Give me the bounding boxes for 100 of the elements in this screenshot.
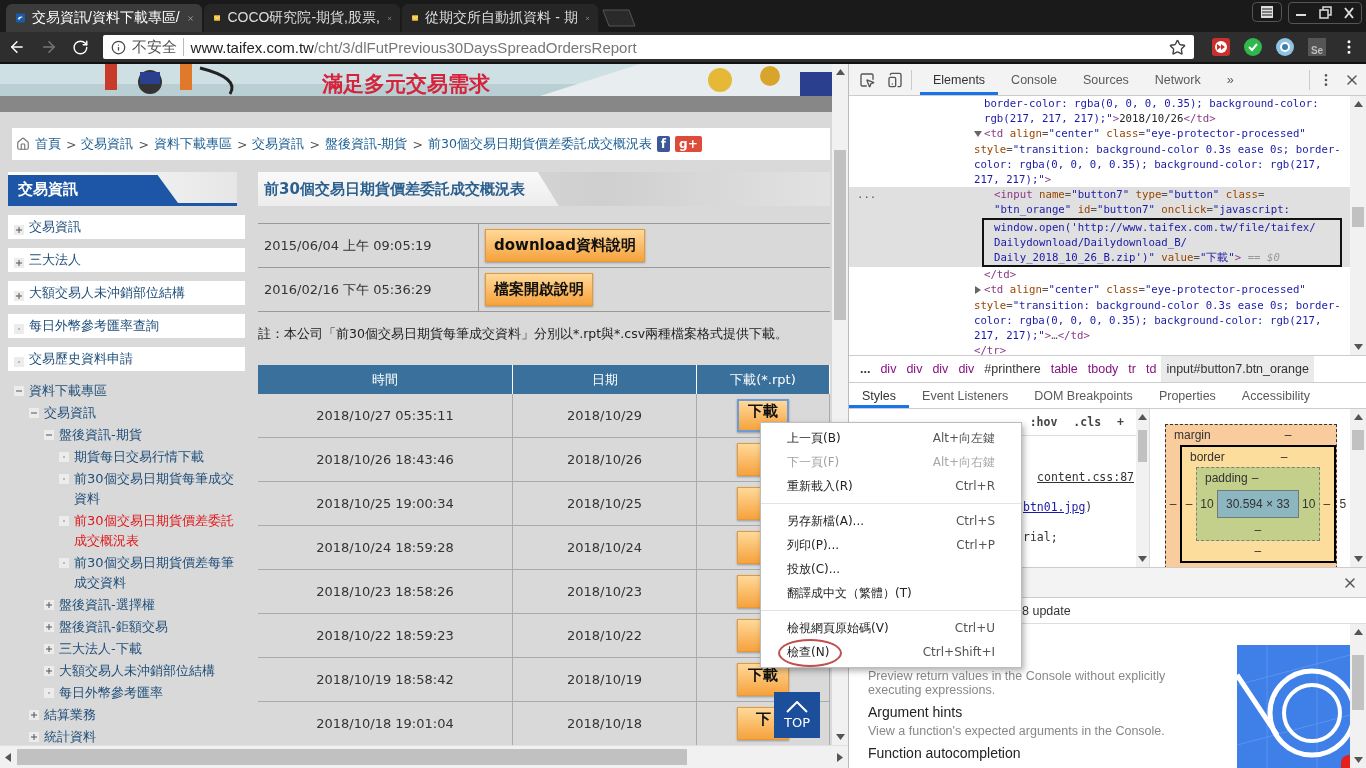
vertical-scrollbar[interactable] [1350, 96, 1366, 355]
breadcrumb-link[interactable]: 首頁 [35, 135, 61, 153]
scroll-down-icon[interactable] [1353, 556, 1363, 562]
dom-node[interactable] [849, 187, 1350, 268]
device-icon[interactable] [887, 71, 903, 88]
sidebar-item[interactable]: 交易歷史資料申請 [8, 347, 245, 371]
info-button[interactable]: download資料說明 [485, 229, 645, 262]
element-breadcrumb[interactable]: div [953, 356, 980, 382]
inspect-icon[interactable] [859, 71, 875, 88]
element-breadcrumb[interactable]: tr [1123, 356, 1141, 382]
plus-icon[interactable] [44, 644, 54, 654]
plus-icon[interactable] [29, 732, 39, 742]
element-breadcrumb[interactable]: #printhere [979, 356, 1046, 382]
vertical-scrollbar[interactable] [1350, 409, 1366, 567]
scroll-up-icon[interactable] [835, 69, 845, 75]
element-breadcrumb[interactable]: table [1045, 356, 1083, 382]
devtools-tab[interactable]: Console [998, 64, 1070, 95]
more-tabs-button[interactable]: » [1213, 64, 1247, 95]
devtools-tab[interactable]: Network [1141, 64, 1214, 95]
back-icon[interactable] [8, 38, 26, 56]
scroll-down-icon[interactable] [1353, 344, 1363, 350]
scrollbar-thumb[interactable] [834, 150, 846, 320]
sidebar-item[interactable]: 期貨每日交易行情下載 [8, 447, 237, 467]
sidebar-tab[interactable]: DOM Breakpoints [1021, 383, 1146, 408]
reload-icon[interactable] [71, 38, 89, 56]
scroll-down-icon[interactable] [1138, 556, 1147, 562]
plus-icon[interactable] [44, 600, 54, 610]
element-breadcrumb[interactable]: div [901, 356, 928, 382]
sidebar-tab[interactable]: Properties [1145, 383, 1229, 408]
sidebar-tab[interactable]: Event Listeners [909, 383, 1022, 408]
address-bar[interactable]: 不安全 www.taifex.com.tw/cht/3/dlFutPrevious30DaysSpreadOrdersReport [102, 35, 1194, 59]
facebook-share-button[interactable]: f [656, 136, 671, 152]
scrollbar-thumb[interactable] [1352, 655, 1364, 710]
extension-button[interactable]: Se [1308, 38, 1326, 56]
vertical-scrollbar[interactable] [1350, 624, 1366, 768]
scrollbar-thumb[interactable] [1138, 430, 1147, 462]
browser-tab[interactable]: 交易資訊/資料下載專區/ [6, 4, 202, 32]
menu-item[interactable]: 另存新檔(A)... Ctrl+S [761, 509, 1021, 533]
sidebar-item[interactable]: 三大法人-下載 [8, 639, 237, 659]
scrollbar-thumb[interactable] [1352, 207, 1364, 227]
dom-node[interactable]: border-color: rgba(0, 0, 0, 0.35); background-color: rgb(217, 217, 217);">2018/10/26</td> [849, 96, 1350, 127]
source-link[interactable]: content.css:87 [1037, 470, 1134, 484]
scroll-down-icon[interactable] [1353, 757, 1363, 763]
google-plus-share-button[interactable]: g+ [675, 136, 702, 152]
filter-toggle[interactable]: :hov [1029, 415, 1058, 429]
vertical-scrollbar[interactable] [1136, 409, 1149, 567]
info-button[interactable]: 檔案開啟說明 [485, 273, 593, 306]
breadcrumb-link[interactable]: 交易資訊 [81, 135, 134, 153]
sidebar-item[interactable]: 前30個交易日期貨價差每筆成交資料 [8, 553, 237, 593]
plus-icon[interactable] [14, 224, 24, 235]
sidebar-item[interactable]: 資料下載專區 [8, 381, 237, 401]
bookmark-star-icon[interactable] [1169, 38, 1186, 56]
scroll-up-icon[interactable] [1138, 414, 1147, 420]
collapsed-arrow-icon[interactable] [974, 286, 982, 295]
check-icon[interactable] [1244, 38, 1262, 56]
dom-node[interactable]: <td align="center" class="eye-protector-processed" style="transition: background-color 0.3s ease 0s; border- color: rgba(0, 0, 0, 0.35); background-color: rgb(217, 217, 217);">…</td> [849, 282, 1350, 344]
sidebar-item[interactable]: 每日外幣參考匯率 [8, 683, 237, 703]
sidebar-item[interactable]: 交易資訊 [8, 403, 237, 423]
plus-icon[interactable] [14, 290, 24, 301]
element-breadcrumb[interactable]: input#button7.btn_orange [1161, 356, 1314, 382]
breadcrumb-link[interactable]: 交易資訊 [252, 135, 305, 153]
plus-icon[interactable] [14, 257, 24, 268]
breadcrumb-link[interactable]: 盤後資訊-期貨 [324, 135, 408, 153]
sidebar-item[interactable]: 盤後資訊-期貨 [8, 425, 237, 445]
sidebar-item[interactable]: 大額交易人未沖銷部位結構 [8, 661, 237, 681]
sidebar-item[interactable]: 統計資料 [8, 727, 237, 745]
devtools-tab[interactable]: Sources [1070, 64, 1142, 95]
filter-toggle[interactable]: .cls [1073, 415, 1102, 429]
devtools-tab[interactable]: Elements [920, 64, 999, 95]
element-breadcrumb[interactable]: td [1141, 356, 1162, 382]
browser-tab[interactable]: 從期交所自動抓資料 - 期 [402, 4, 598, 32]
scrollbar-thumb[interactable] [1352, 430, 1364, 450]
horizontal-scrollbar[interactable] [0, 745, 848, 768]
info-icon[interactable] [110, 39, 126, 55]
breadcrumb-link[interactable]: 前30個交易日期貨價差委託成交概況表 [427, 135, 652, 153]
sidebar-item[interactable]: 盤後資訊-鉅額交易 [8, 617, 237, 637]
scroll-up-icon[interactable] [1353, 629, 1363, 635]
sidebar-item[interactable]: 每日外幣參考匯率查詢 [8, 314, 245, 338]
menu-item[interactable]: 重新載入(R) Ctrl+R [761, 474, 1021, 498]
browser-tab[interactable]: COCO研究院-期貨,股票, [204, 4, 400, 32]
node-actions-dots[interactable]: ... [857, 187, 877, 203]
scroll-right-icon[interactable] [837, 752, 843, 762]
element-breadcrumb[interactable]: tbody [1082, 356, 1124, 382]
scroll-down-icon[interactable] [835, 734, 845, 740]
plus-icon[interactable] [44, 666, 54, 676]
element-breadcrumb[interactable]: div [927, 356, 954, 382]
element-breadcrumb[interactable]: div [875, 356, 902, 382]
menu-item[interactable]: 列印(P)... Ctrl+P [761, 533, 1021, 557]
scrollbar-thumb[interactable] [17, 749, 687, 765]
image-url-link[interactable]: btn01.jpg [1023, 500, 1086, 514]
element-breadcrumb[interactable]: ... [855, 356, 876, 382]
fast-forward-icon[interactable] [1212, 38, 1230, 56]
filter-toggle[interactable]: + [1117, 415, 1124, 429]
sidebar-item[interactable]: 前30個交易日期貨每筆成交資料 [8, 469, 237, 509]
scroll-up-icon[interactable] [1353, 101, 1363, 107]
sidebar-tab[interactable]: Accessibility [1228, 383, 1323, 408]
menu-item[interactable]: 檢查(N) Ctrl+Shift+I [761, 640, 1021, 664]
menu-item[interactable]: 投放(C)... [761, 557, 1021, 581]
home-icon[interactable] [16, 137, 30, 151]
sidebar-item[interactable]: 大額交易人未沖銷部位結構 [8, 281, 245, 305]
